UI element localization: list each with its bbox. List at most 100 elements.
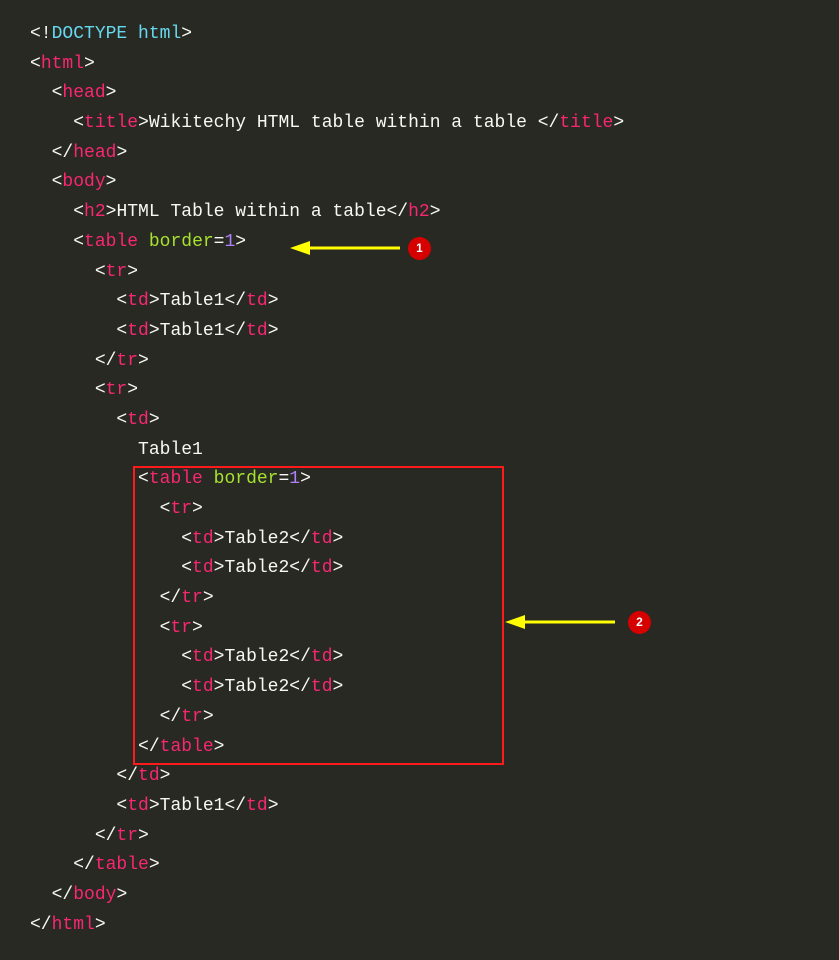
code-line: <td>Table2</td> bbox=[30, 643, 829, 673]
tag-td-close: td bbox=[311, 677, 333, 697]
code-line: </body> bbox=[30, 881, 829, 911]
indent bbox=[30, 737, 138, 757]
indent bbox=[30, 558, 181, 578]
val-border: 1 bbox=[289, 469, 300, 489]
h2-text: HTML Table within a table bbox=[116, 202, 386, 222]
tag-td: td bbox=[192, 677, 214, 697]
code-line: <!DOCTYPE html> bbox=[30, 20, 829, 50]
punct: > bbox=[214, 529, 225, 549]
tag-table-close: table bbox=[160, 737, 214, 757]
punct: </ bbox=[224, 796, 246, 816]
punct: > bbox=[203, 588, 214, 608]
tag-tr-close: tr bbox=[116, 351, 138, 371]
indent bbox=[30, 351, 95, 371]
punct: = bbox=[278, 469, 289, 489]
code-line: </tr> bbox=[30, 584, 829, 614]
tag-td: td bbox=[127, 796, 149, 816]
punct: </ bbox=[138, 737, 160, 757]
punct: < bbox=[52, 83, 63, 103]
punct: > bbox=[192, 499, 203, 519]
code-line: <td> bbox=[30, 406, 829, 436]
punct: > bbox=[149, 855, 160, 875]
code-line: </table> bbox=[30, 851, 829, 881]
punct: < bbox=[73, 113, 84, 133]
td-text: Table1 bbox=[160, 321, 225, 341]
val-border: 1 bbox=[224, 232, 235, 252]
td-text: Table2 bbox=[224, 529, 289, 549]
td-text: Table1 bbox=[160, 291, 225, 311]
tag-h2-close: h2 bbox=[408, 202, 430, 222]
indent bbox=[30, 232, 73, 252]
tag-table: table bbox=[84, 232, 138, 252]
td-text: Table2 bbox=[224, 558, 289, 578]
indent bbox=[30, 469, 138, 489]
tag-tr: tr bbox=[170, 499, 192, 519]
indent bbox=[30, 202, 73, 222]
code-line: <tr> bbox=[30, 495, 829, 525]
tag-tr-close: tr bbox=[116, 826, 138, 846]
tag-td: td bbox=[127, 291, 149, 311]
punct: > bbox=[149, 321, 160, 341]
punct: < bbox=[116, 291, 127, 311]
punct: > bbox=[106, 202, 117, 222]
punct: </ bbox=[52, 143, 74, 163]
punct: </ bbox=[52, 885, 74, 905]
punct: > bbox=[333, 529, 344, 549]
punct: < bbox=[52, 172, 63, 192]
punct: </ bbox=[289, 558, 311, 578]
punct: < bbox=[160, 499, 171, 519]
doctype-kw: DOCTYPE bbox=[52, 24, 128, 44]
indent bbox=[30, 440, 138, 460]
punct: < bbox=[138, 469, 149, 489]
punct: < bbox=[73, 202, 84, 222]
tag-tr-close: tr bbox=[181, 588, 203, 608]
punct: </ bbox=[289, 677, 311, 697]
tag-td: td bbox=[192, 558, 214, 578]
indent bbox=[30, 529, 181, 549]
badge-text: 1 bbox=[416, 239, 423, 259]
code-line: <td>Table2</td> bbox=[30, 554, 829, 584]
tag-head-close: head bbox=[73, 143, 116, 163]
indent bbox=[30, 113, 73, 133]
td-text: Table2 bbox=[224, 647, 289, 667]
indent bbox=[30, 855, 73, 875]
indent bbox=[30, 885, 52, 905]
punct: < bbox=[116, 410, 127, 430]
indent bbox=[30, 143, 52, 163]
punct: </ bbox=[289, 647, 311, 667]
punct: < bbox=[116, 321, 127, 341]
punct: </ bbox=[73, 855, 95, 875]
code-line: <table border=1> bbox=[30, 465, 829, 495]
punct: > bbox=[106, 172, 117, 192]
code-line: <body> bbox=[30, 168, 829, 198]
punct: > bbox=[106, 83, 117, 103]
punct: > bbox=[138, 113, 149, 133]
code-line: </tr> bbox=[30, 347, 829, 377]
attr-border: border bbox=[149, 232, 214, 252]
indent bbox=[30, 796, 116, 816]
attr-border: border bbox=[214, 469, 279, 489]
badge-text: 2 bbox=[636, 613, 643, 633]
punct: </ bbox=[224, 291, 246, 311]
indent bbox=[30, 618, 160, 638]
punct: < bbox=[95, 380, 106, 400]
punct: > bbox=[235, 232, 246, 252]
indent bbox=[30, 83, 52, 103]
code-line: </tr> bbox=[30, 703, 829, 733]
tag-td-close: td bbox=[311, 647, 333, 667]
indent bbox=[30, 380, 95, 400]
punct: > bbox=[192, 618, 203, 638]
indent bbox=[30, 321, 116, 341]
annotation-badge-1: 1 bbox=[408, 237, 431, 260]
indent bbox=[30, 647, 181, 667]
tag-td-close: td bbox=[246, 321, 268, 341]
tag-title: title bbox=[84, 113, 138, 133]
indent bbox=[30, 262, 95, 282]
punct: > bbox=[84, 54, 95, 74]
punct: > bbox=[268, 291, 279, 311]
punct: > bbox=[127, 380, 138, 400]
punct: > bbox=[149, 410, 160, 430]
code-editor: <!DOCTYPE html> <html> <head> <title>Wik… bbox=[0, 0, 839, 960]
punct: > bbox=[333, 647, 344, 667]
code-line: <td>Table1</td> bbox=[30, 792, 829, 822]
